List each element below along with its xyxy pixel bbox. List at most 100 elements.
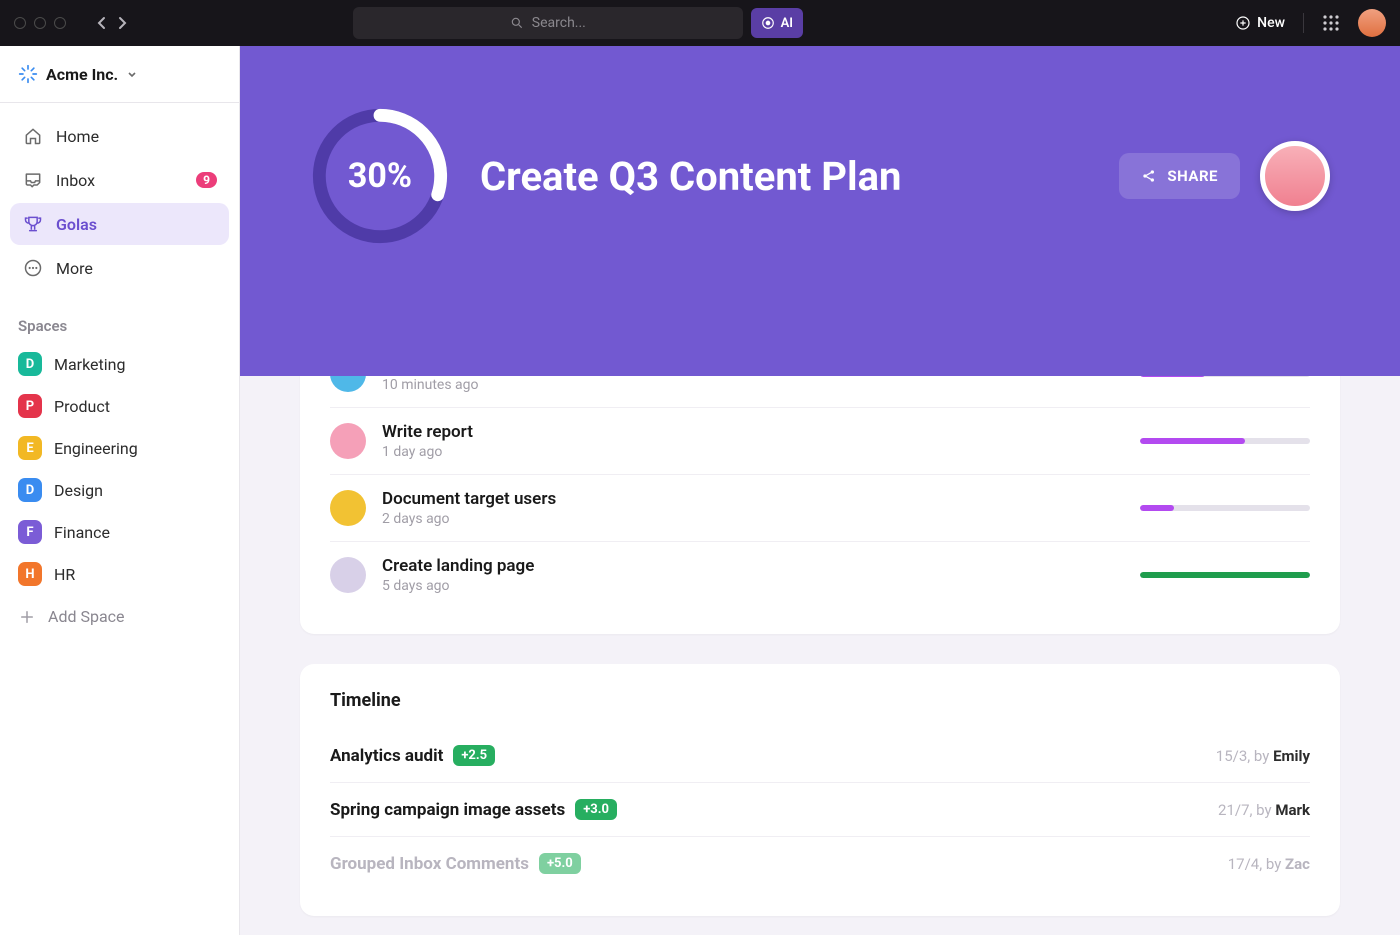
target-progress xyxy=(1140,505,1310,511)
share-label: SHARE xyxy=(1167,167,1218,185)
timeline-chip: +2.5 xyxy=(453,745,495,766)
primary-nav: Home Inbox 9 Golas More xyxy=(0,103,239,301)
workspace-name: Acme Inc. xyxy=(46,65,118,84)
timeline-title: Grouped Inbox Comments xyxy=(330,854,529,874)
main: 30% Create Q3 Content Plan SHARE Targets… xyxy=(240,46,1400,935)
close-dot[interactable] xyxy=(14,17,26,29)
forward-button[interactable] xyxy=(114,15,130,31)
timeline-row[interactable]: Grouped Inbox Comments +5.0 17/4, by Zac xyxy=(330,837,1310,890)
space-letter-icon: F xyxy=(18,520,42,544)
target-progress xyxy=(1140,572,1310,578)
space-letter-icon: P xyxy=(18,394,42,418)
timeline-meta: 21/7, by Mark xyxy=(1218,801,1310,819)
target-row[interactable]: Create landing page 5 days ago xyxy=(330,542,1310,608)
timeline-card: Timeline Analytics audit +2.5 15/3, by Emi… xyxy=(300,664,1340,916)
space-item[interactable]: E Engineering xyxy=(0,427,239,469)
workspace-switcher[interactable]: Acme Inc. xyxy=(0,46,239,103)
search-placeholder: Search... xyxy=(532,15,586,31)
chevron-down-icon xyxy=(126,68,138,80)
share-icon xyxy=(1141,168,1157,184)
minimize-dot[interactable] xyxy=(34,17,46,29)
divider xyxy=(1303,13,1304,33)
assignee-avatar xyxy=(330,490,366,526)
space-letter-icon: H xyxy=(18,562,42,586)
nav-inbox[interactable]: Inbox 9 xyxy=(10,159,229,201)
user-avatar[interactable] xyxy=(1358,9,1386,37)
space-item[interactable]: D Design xyxy=(0,469,239,511)
plus-circle-icon xyxy=(1235,15,1251,31)
ai-button[interactable]: AI xyxy=(751,8,803,38)
target-subtitle: 10 minutes ago xyxy=(382,377,1124,393)
inbox-badge: 9 xyxy=(196,172,217,188)
timeline-title: Spring campaign image assets xyxy=(330,800,565,820)
space-name: Marketing xyxy=(54,355,125,374)
nav-inbox-label: Inbox xyxy=(56,171,95,190)
nav-more-label: More xyxy=(56,259,93,278)
timeline-title: Analytics audit xyxy=(330,746,443,766)
search-icon xyxy=(510,16,524,30)
window-traffic-lights xyxy=(14,17,66,29)
spaces-header: Spaces xyxy=(0,301,239,343)
ai-icon xyxy=(761,16,775,30)
space-name: Design xyxy=(54,481,103,500)
nav-more[interactable]: More xyxy=(10,247,229,289)
space-name: Product xyxy=(54,397,110,416)
space-letter-icon: D xyxy=(18,352,42,376)
target-subtitle: 5 days ago xyxy=(382,578,1124,594)
new-label: New xyxy=(1257,15,1285,31)
workspace-logo-icon xyxy=(18,64,38,84)
share-button[interactable]: SHARE xyxy=(1119,153,1240,199)
target-subtitle: 2 days ago xyxy=(382,511,1124,527)
history-nav xyxy=(94,15,130,31)
target-row[interactable]: Document target users 2 days ago xyxy=(330,475,1310,542)
add-space-button[interactable]: Add Space xyxy=(0,595,239,638)
target-progress xyxy=(1140,438,1310,444)
timeline-header: Timeline xyxy=(330,690,1310,711)
timeline-meta: 15/3, by Emily xyxy=(1216,747,1310,765)
assignee-avatar xyxy=(330,423,366,459)
nav-home[interactable]: Home xyxy=(10,115,229,157)
ai-label: AI xyxy=(781,16,793,31)
nav-goals[interactable]: Golas xyxy=(10,203,229,245)
sidebar: Acme Inc. Home Inbox 9 Golas More Spaces xyxy=(0,46,240,935)
space-name: HR xyxy=(54,565,75,584)
trophy-icon xyxy=(22,213,44,235)
space-item[interactable]: F Finance xyxy=(0,511,239,553)
more-icon xyxy=(22,257,44,279)
titlebar-right: New xyxy=(1235,9,1386,37)
back-button[interactable] xyxy=(94,15,110,31)
space-letter-icon: D xyxy=(18,478,42,502)
add-space-label: Add Space xyxy=(48,607,125,626)
zoom-dot[interactable] xyxy=(54,17,66,29)
search-input[interactable]: Search... xyxy=(353,7,743,39)
target-title: Write report xyxy=(382,422,1124,442)
space-item[interactable]: H HR xyxy=(0,553,239,595)
inbox-icon xyxy=(22,169,44,191)
timeline-row[interactable]: Spring campaign image assets +3.0 21/7, by… xyxy=(330,783,1310,837)
timeline-meta: 17/4, by Zac xyxy=(1228,855,1310,873)
space-item[interactable]: D Marketing xyxy=(0,343,239,385)
space-name: Engineering xyxy=(54,439,138,458)
space-name: Finance xyxy=(54,523,110,542)
titlebar: Search... AI New xyxy=(0,0,1400,46)
plus-icon xyxy=(18,608,36,626)
nav-goals-label: Golas xyxy=(56,215,97,234)
target-row[interactable]: Write report 1 day ago xyxy=(330,408,1310,475)
timeline-chip: +5.0 xyxy=(539,853,581,874)
assignee-avatar xyxy=(330,557,366,593)
space-letter-icon: E xyxy=(18,436,42,460)
new-button[interactable]: New xyxy=(1235,15,1285,31)
apps-grid-icon[interactable] xyxy=(1322,14,1340,32)
page-title: Create Q3 Content Plan xyxy=(480,153,901,200)
owner-avatar[interactable] xyxy=(1260,141,1330,211)
progress-ring: 30% xyxy=(310,106,450,246)
timeline-chip: +3.0 xyxy=(575,799,617,820)
home-icon xyxy=(22,125,44,147)
target-subtitle: 1 day ago xyxy=(382,444,1124,460)
target-title: Create landing page xyxy=(382,556,1124,576)
space-item[interactable]: P Product xyxy=(0,385,239,427)
target-title: Document target users xyxy=(382,489,1124,509)
hero: 30% Create Q3 Content Plan SHARE xyxy=(240,46,1400,376)
spaces-list: D Marketing P Product E Engineering D Design F Fi… xyxy=(0,343,239,595)
timeline-row[interactable]: Analytics audit +2.5 15/3, by Emily xyxy=(330,729,1310,783)
